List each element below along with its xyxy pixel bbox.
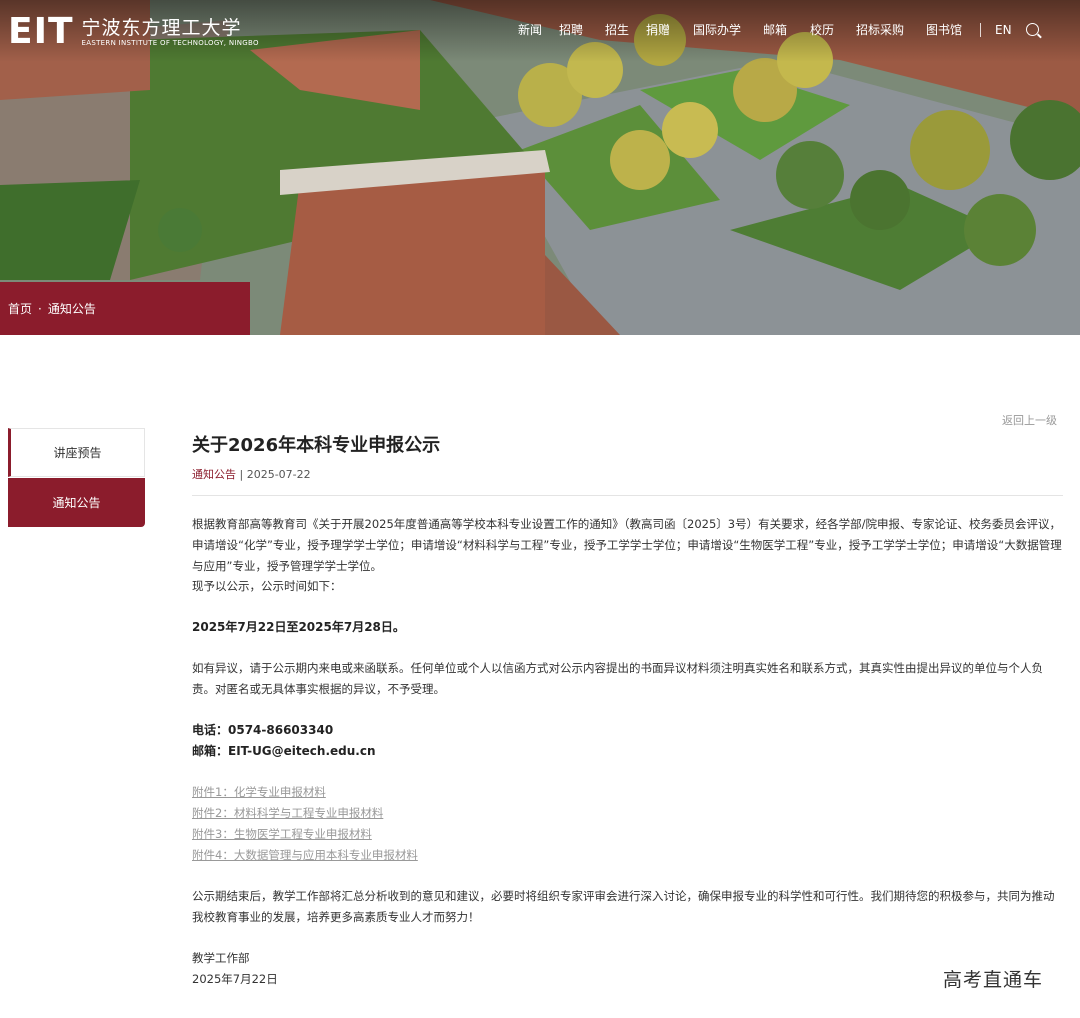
logo-english-name: EASTERN INSTITUTE OF TECHNOLOGY, NINGBO xyxy=(81,38,259,47)
nav-item-calendar[interactable]: 校历 xyxy=(810,21,856,38)
language-switch[interactable]: EN xyxy=(995,23,1012,37)
breadcrumb-home[interactable]: 首页 xyxy=(8,300,32,317)
title-divider xyxy=(192,495,1063,496)
attachment-link-2[interactable]: 附件2：材料科学与工程专业申报材料 xyxy=(192,803,383,823)
breadcrumb: 首页 · 通知公告 xyxy=(0,282,250,335)
sidebar: 讲座预告 通知公告 xyxy=(8,428,145,527)
article-category[interactable]: 通知公告 xyxy=(192,468,236,481)
article-paragraph-intro: 根据教育部高等教育司《关于开展2025年度普通高等学校本科专业设置工作的通知》（… xyxy=(192,517,1062,573)
contact-email: 邮箱：EIT-UG@eitech.edu.cn xyxy=(192,744,376,758)
nav-item-library[interactable]: 图书馆 xyxy=(926,21,964,38)
article-paragraph-notice: 现予以公示，公示时间如下： xyxy=(192,579,342,593)
nav-item-recruitment[interactable]: 招聘 xyxy=(559,21,605,38)
signature-department: 教学工作部 xyxy=(192,951,250,965)
back-link[interactable]: 返回上一级 xyxy=(1002,412,1057,428)
main-nav: 新闻 招聘 招生 捐赠 国际办学 邮箱 校历 招标采购 图书馆 EN xyxy=(518,21,1039,38)
article-paragraph-objection: 如有异议，请于公示期内来电或来函联系。任何单位或个人以信函方式对公示内容提出的书… xyxy=(192,661,1043,696)
publicity-period: 2025年7月22日至2025年7月28日。 xyxy=(192,620,405,634)
nav-divider xyxy=(980,22,981,37)
attachment-link-3[interactable]: 附件3：生物医学工程专业申报材料 xyxy=(192,824,372,844)
breadcrumb-current[interactable]: 通知公告 xyxy=(48,300,96,317)
watermark-text: 高考直通车 xyxy=(943,969,1044,991)
article-meta: 通知公告 | 2025-07-22 xyxy=(192,466,311,482)
nav-item-news[interactable]: 新闻 xyxy=(518,21,559,38)
hero-banner: EIT 宁波东方理工大学 EASTERN INSTITUTE OF TECHNO… xyxy=(0,0,1080,335)
sidebar-item-lectures[interactable]: 讲座预告 xyxy=(8,428,145,477)
logo-chinese-name: 宁波东方理工大学 xyxy=(81,16,242,39)
contact-phone: 电话：0574-86603340 xyxy=(192,723,334,737)
attachment-link-4[interactable]: 附件4：大数据管理与应用本科专业申报材料 xyxy=(192,845,418,865)
search-icon[interactable] xyxy=(1025,23,1039,36)
article-paragraph-closing: 公示期结束后，教学工作部将汇总分析收到的意见和建议，必要时将组织专家评审会进行深… xyxy=(192,889,1055,924)
logo-text: 宁波东方理工大学 EASTERN INSTITUTE OF TECHNOLOGY… xyxy=(82,17,259,48)
article-title: 关于2026年本科专业申报公示 xyxy=(192,435,441,456)
breadcrumb-separator: · xyxy=(38,301,42,316)
attachment-link-1[interactable]: 附件1：化学专业申报材料 xyxy=(192,782,326,802)
nav-item-admissions[interactable]: 招生 xyxy=(605,21,646,38)
nav-item-email[interactable]: 邮箱 xyxy=(763,21,810,38)
article-date: 2025-07-22 xyxy=(246,468,311,481)
university-logo[interactable]: EIT 宁波东方理工大学 EASTERN INSTITUTE OF TECHNO… xyxy=(8,14,259,50)
meta-separator: | xyxy=(236,468,247,481)
sidebar-item-notices[interactable]: 通知公告 xyxy=(8,478,145,527)
nav-item-procurement[interactable]: 招标采购 xyxy=(856,21,926,38)
nav-item-donation[interactable]: 捐赠 xyxy=(646,21,693,38)
nav-item-international[interactable]: 国际办学 xyxy=(693,21,763,38)
signature-date: 2025年7月22日 xyxy=(192,972,278,986)
logo-mark: EIT xyxy=(8,11,74,52)
